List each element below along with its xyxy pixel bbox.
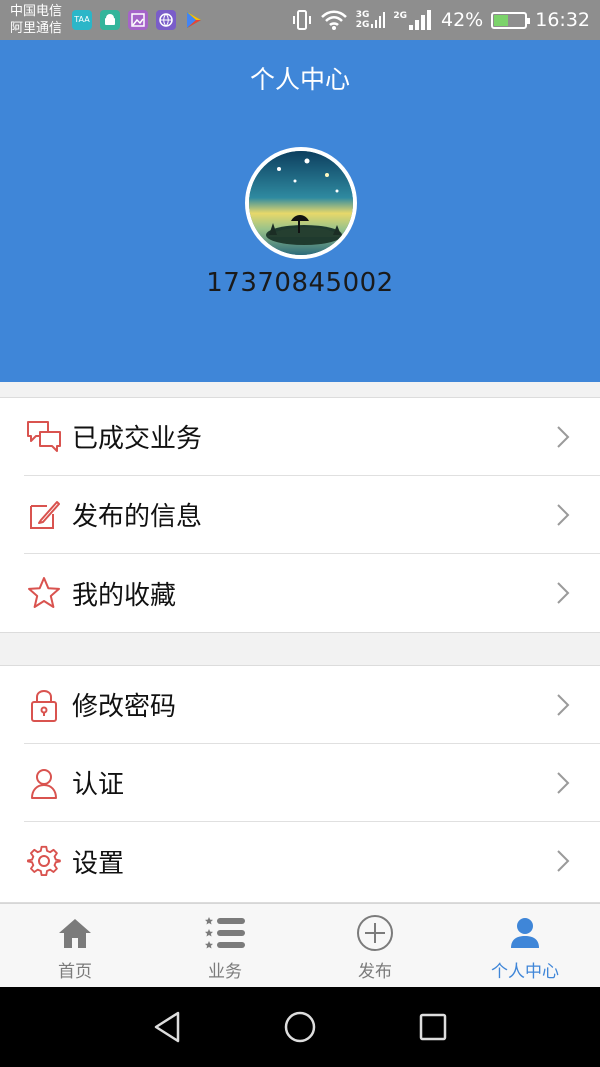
menu-group-2: 修改密码 认证 设置 xyxy=(0,665,600,903)
app-icon: TAA xyxy=(72,10,92,30)
signal-dots-icon xyxy=(371,12,386,28)
nav-label: 个人中心 xyxy=(491,962,559,982)
nav-business[interactable]: 业务 xyxy=(150,904,300,987)
lock-icon xyxy=(24,685,64,725)
system-nav-bar xyxy=(0,987,600,1067)
browser-icon xyxy=(156,10,176,30)
status-right: 3G 2G 2G 42% 16:32 xyxy=(292,0,590,40)
list-icon xyxy=(205,914,245,952)
gear-icon xyxy=(24,841,64,881)
menu-item-completed-business[interactable]: 已成交业务 xyxy=(24,398,600,476)
signal-3g-2g: 3G 2G xyxy=(356,10,386,30)
android-icon xyxy=(100,10,120,30)
signal-2g: 2G xyxy=(393,9,433,31)
clock: 16:32 xyxy=(535,9,590,31)
carrier-info: 中国电信 阿里通信 xyxy=(10,3,62,37)
person-icon xyxy=(505,914,545,952)
status-bar: 中国电信 阿里通信 TAA 3G 2G 2G 42% 16:32 xyxy=(0,0,600,40)
menu-item-label: 已成交业务 xyxy=(72,424,203,454)
battery-icon xyxy=(491,11,531,29)
avatar-image xyxy=(249,151,353,255)
profile-header: 个人中心 17370845002 xyxy=(0,40,600,382)
menu-group-1: 已成交业务 发布的信息 我的收藏 xyxy=(0,397,600,633)
net-2g-label: 2G xyxy=(355,20,370,30)
recents-icon[interactable] xyxy=(413,1007,453,1047)
menu-item-label: 发布的信息 xyxy=(72,502,203,532)
chevron-right-icon xyxy=(557,504,570,526)
play-store-icon xyxy=(184,10,204,30)
back-icon[interactable] xyxy=(148,1007,188,1047)
carrier-line-1: 中国电信 xyxy=(10,4,63,19)
user-outline-icon xyxy=(24,763,64,803)
chevron-right-icon xyxy=(557,426,570,448)
phone-number: 17370845002 xyxy=(206,268,394,298)
chevron-right-icon xyxy=(557,694,570,716)
nav-label: 业务 xyxy=(208,962,242,982)
menu-item-favorites[interactable]: 我的收藏 xyxy=(24,554,600,632)
chevron-right-icon xyxy=(557,772,570,794)
net-2g-label-2: 2G xyxy=(393,11,407,21)
nav-publish[interactable]: 发布 xyxy=(300,904,450,987)
battery-fill xyxy=(494,14,508,26)
net-3g-label: 3G xyxy=(355,10,370,20)
wifi-icon xyxy=(320,10,347,30)
notification-icons: TAA xyxy=(72,10,204,30)
menu-item-label: 我的收藏 xyxy=(72,580,177,611)
add-circle-icon xyxy=(355,914,395,952)
edit-icon xyxy=(24,495,64,535)
nav-profile[interactable]: 个人中心 xyxy=(450,904,600,987)
menu-item-verification[interactable]: 认证 xyxy=(24,744,600,822)
signal-bars-icon xyxy=(409,10,431,30)
home-icon xyxy=(55,914,95,952)
menu-item-change-password[interactable]: 修改密码 xyxy=(24,666,600,744)
bottom-nav: 首页 业务 发布 个人中心 xyxy=(0,903,600,987)
battery-percent: 42% xyxy=(441,9,484,31)
chevron-right-icon xyxy=(557,850,570,872)
chevron-right-icon xyxy=(557,582,570,604)
star-icon xyxy=(24,573,64,613)
menu-item-settings[interactable]: 设置 xyxy=(24,822,600,900)
chat-bubbles-icon xyxy=(24,417,64,457)
avatar[interactable] xyxy=(245,147,357,259)
menu-item-label: 设置 xyxy=(72,848,125,879)
nav-label: 发布 xyxy=(358,962,392,982)
gallery-icon xyxy=(128,10,148,30)
nav-home[interactable]: 首页 xyxy=(0,904,150,987)
menu-item-published-info[interactable]: 发布的信息 xyxy=(24,476,600,554)
page-title: 个人中心 xyxy=(249,65,350,94)
carrier-line-2: 阿里通信 xyxy=(10,21,63,36)
menu-item-label: 认证 xyxy=(72,770,125,800)
vibrate-icon xyxy=(292,10,311,30)
menu-item-label: 修改密码 xyxy=(72,692,177,722)
nav-label: 首页 xyxy=(58,962,92,982)
home-circle-icon[interactable] xyxy=(280,1007,320,1047)
